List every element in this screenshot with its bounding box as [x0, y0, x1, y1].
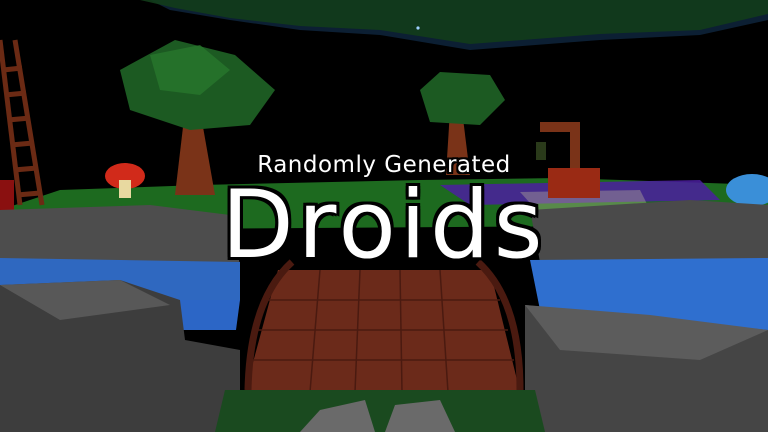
star-icon: [416, 26, 420, 30]
game-title: Droids: [221, 171, 547, 280]
wooden-bridge: [245, 270, 520, 392]
front-grass: [215, 390, 545, 432]
title-overlay: Randomly Generated Droids: [0, 150, 768, 276]
